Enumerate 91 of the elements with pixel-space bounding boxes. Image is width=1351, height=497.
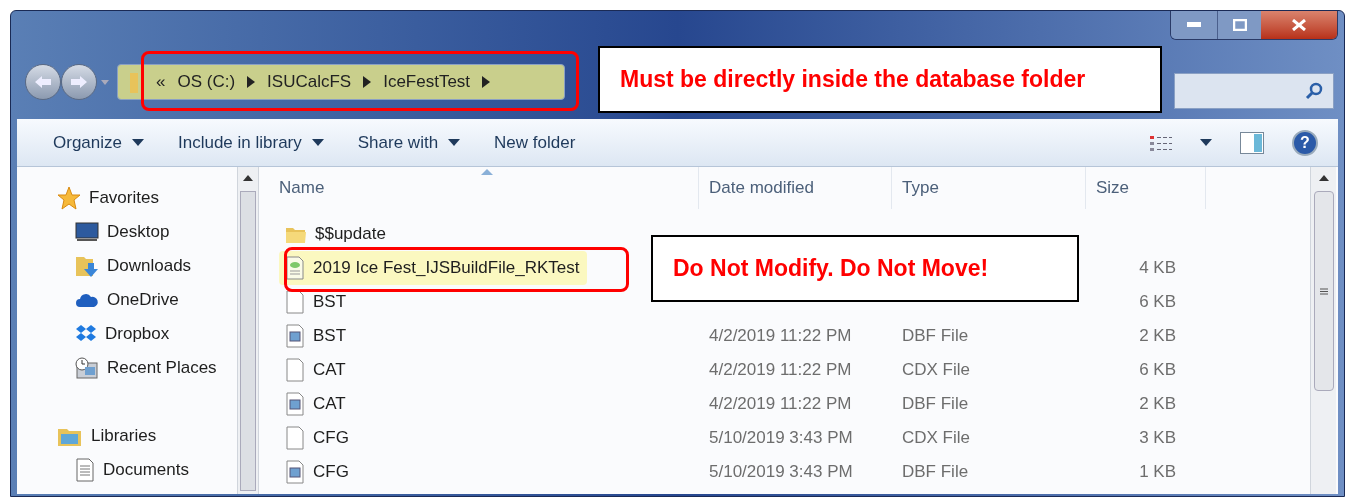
dropbox-icon: [75, 324, 97, 344]
file-name-cell[interactable]: $$update: [279, 217, 394, 251]
maximize-button[interactable]: [1217, 11, 1261, 39]
grip-icon: [1319, 287, 1328, 295]
address-bar[interactable]: « OS (C:) ISUCalcFS IceFestTest: [117, 64, 565, 100]
monitor-icon: [75, 222, 99, 242]
help-button[interactable]: ?: [1292, 129, 1318, 156]
size-cell-text: 1 KB: [1138, 461, 1176, 484]
scrollbar[interactable]: [1310, 167, 1336, 494]
type-cell-text: DBF File: [901, 461, 970, 484]
type-cell-text: CDX File: [901, 359, 971, 382]
caret-icon: [132, 139, 144, 146]
toolbar-button[interactable]: Include in library: [178, 129, 324, 156]
database-file-icon: [285, 460, 305, 484]
folder-download-icon: [75, 254, 99, 278]
column-header[interactable]: Date modified: [699, 167, 892, 209]
size-cell-text: 2 KB: [1138, 393, 1176, 416]
file-name-cell[interactable]: BST: [279, 285, 355, 319]
forward-button[interactable]: [61, 64, 97, 100]
document-icon: [285, 256, 305, 280]
nav-group-item[interactable]: Favorites: [57, 181, 237, 215]
nav-item[interactable]: Downloads: [57, 249, 237, 283]
date-cell-text: 5/10/2019 3:43 PM: [708, 461, 854, 484]
chevron-right-icon: [482, 76, 491, 88]
nav-item[interactable]: Dropbox: [57, 317, 237, 351]
maximize-icon: [1232, 19, 1247, 31]
type-cell-text: CDX File: [901, 427, 971, 450]
blank-file-icon: [285, 358, 305, 382]
close-button[interactable]: [1261, 11, 1337, 39]
nav-item[interactable]: Desktop: [57, 215, 237, 249]
column-header[interactable]: Type: [892, 167, 1086, 209]
date-cell-text: 4/2/2019 11:22 PM: [708, 325, 853, 348]
minimize-icon: [1187, 22, 1201, 28]
cloud-icon: [75, 291, 99, 309]
nav-item[interactable]: Documents: [57, 453, 237, 487]
forward-arrow-icon: [70, 75, 88, 89]
scrollbar[interactable]: [237, 167, 259, 494]
date-cell-text: 4/2/2019 11:22 PM: [708, 359, 853, 382]
size-cell-text: 6 KB: [1138, 359, 1176, 382]
scroll-up-icon: [243, 175, 253, 181]
file-name-cell[interactable]: CFG: [279, 421, 357, 455]
toolbar-button[interactable]: New folder: [494, 129, 576, 156]
type-cell-text: DBF File: [901, 393, 970, 416]
chevron-right-icon: [363, 76, 372, 88]
caret-icon: [448, 139, 461, 146]
toolbar-button[interactable]: Organize: [53, 129, 144, 156]
caret-icon: [101, 79, 109, 85]
size-cell-text: 2 KB: [1138, 325, 1176, 348]
overflow-chevron[interactable]: «: [156, 69, 166, 95]
database-file-icon: [285, 392, 305, 416]
callout-note: Must be directly inside the database folder: [598, 46, 1162, 113]
sort-arrow-icon: [481, 169, 493, 175]
preview-pane-icon: [1240, 131, 1264, 154]
toolbar-button[interactable]: Share with: [357, 129, 461, 156]
back-button[interactable]: [25, 64, 61, 100]
file-name-cell[interactable]: 2019 Ice Fest_IJSBuildFile_RKTest: [279, 251, 588, 285]
file-name-cell[interactable]: BST: [279, 319, 355, 353]
size-cell-text: 4 KB: [1138, 257, 1176, 280]
nav-item[interactable]: Recent Places: [57, 351, 237, 385]
blank-file-icon: [285, 290, 305, 314]
breadcrumb-segment[interactable]: OS (C:): [177, 69, 236, 95]
recent-places-icon: [75, 357, 99, 379]
date-cell-text: 5/10/2019 3:43 PM: [708, 427, 854, 450]
search-field[interactable]: [1174, 73, 1334, 109]
nav-group-item[interactable]: Libraries: [57, 419, 237, 453]
back-arrow-icon: [34, 75, 52, 89]
callout-note: Do Not Modify. Do Not Move!: [651, 235, 1079, 302]
star-icon: [57, 186, 81, 210]
file-name-cell[interactable]: CAT: [279, 353, 354, 387]
caret-icon: [1200, 139, 1212, 146]
column-header[interactable]: Size: [1086, 167, 1206, 209]
blank-file-icon: [285, 426, 305, 450]
breadcrumb-segment[interactable]: IceFestTest: [383, 69, 471, 95]
date-cell-text: 4/2/2019 11:22 PM: [708, 393, 853, 416]
size-cell-text: 6 KB: [1138, 291, 1176, 314]
file-name-cell[interactable]: CFG: [279, 455, 357, 489]
search-icon: [1305, 82, 1323, 100]
scroll-thumb[interactable]: [1313, 191, 1334, 391]
document-icon: [75, 458, 95, 482]
nav-item[interactable]: OneDrive: [57, 283, 237, 317]
chevron-right-icon: [247, 76, 256, 88]
database-file-icon: [285, 324, 305, 348]
size-cell-text: 3 KB: [1138, 427, 1176, 450]
breadcrumb-segment[interactable]: ISUCalcFS: [267, 69, 352, 95]
view-options-icon: [1150, 134, 1172, 151]
close-icon: [1292, 19, 1306, 31]
scroll-up-icon: [1318, 175, 1329, 181]
caret-icon: [311, 139, 324, 146]
minimize-button[interactable]: [1171, 11, 1217, 39]
file-name-cell[interactable]: CAT: [279, 387, 354, 421]
type-cell-text: DBF File: [901, 325, 970, 348]
